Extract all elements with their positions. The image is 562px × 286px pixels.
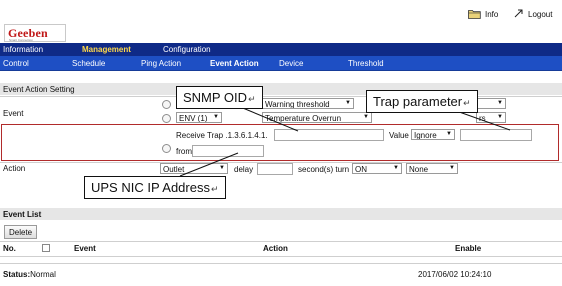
event-label: Event bbox=[3, 109, 24, 118]
dropdown-arrow-icon: ▼ bbox=[497, 114, 503, 120]
divider bbox=[0, 96, 562, 97]
divider bbox=[0, 256, 562, 257]
snmp-oid-callout-text: SNMP OID bbox=[183, 90, 248, 105]
submenu-control[interactable]: Control bbox=[3, 59, 29, 68]
action-label: Action bbox=[3, 164, 26, 173]
return-mark: ↵ bbox=[248, 94, 256, 104]
temperature-select[interactable]: Temperature Overrun ▼ bbox=[262, 112, 372, 123]
event-action-header: Event Action Setting bbox=[0, 83, 562, 95]
select-all-checkbox[interactable] bbox=[42, 244, 50, 252]
dropdown-arrow-icon: ▼ bbox=[449, 165, 455, 171]
threshold-select-value: Warning threshold bbox=[265, 100, 330, 109]
dropdown-arrow-icon: ▼ bbox=[213, 114, 219, 120]
return-mark: ↵ bbox=[463, 98, 471, 108]
event-list-header: Event List bbox=[0, 208, 562, 220]
submenu-schedule[interactable]: Schedule bbox=[72, 59, 105, 68]
logout-link[interactable]: Logout bbox=[514, 9, 552, 19]
logo: Geeben Smart Connection bbox=[4, 24, 66, 42]
primary-menu: Information Management Configuration bbox=[0, 43, 562, 56]
threshold-select[interactable]: Warning threshold ▼ bbox=[262, 98, 354, 109]
logout-label: Logout bbox=[528, 9, 553, 19]
folder-icon bbox=[468, 9, 481, 19]
seconds-turn-label: second(s) turn bbox=[298, 165, 350, 174]
status-value: Normal bbox=[30, 270, 56, 279]
dropdown-arrow-icon: ▼ bbox=[345, 100, 351, 106]
action-select[interactable]: Outlet ▼ bbox=[160, 163, 228, 174]
event-radio-2[interactable] bbox=[162, 114, 171, 123]
menu-information[interactable]: Information bbox=[3, 45, 43, 54]
info-link[interactable]: Info bbox=[468, 9, 498, 19]
none-select-value: None bbox=[409, 165, 429, 174]
row2-right-select-value: rs bbox=[479, 114, 486, 123]
secondary-menu: Control Schedule Ping Action Event Actio… bbox=[0, 56, 562, 71]
column-event: Event bbox=[74, 244, 96, 253]
submenu-ping-action[interactable]: Ping Action bbox=[141, 59, 181, 68]
status-timestamp: 2017/06/02 10:24:10 bbox=[418, 270, 492, 279]
divider bbox=[0, 263, 562, 264]
temperature-select-value: Temperature Overrun bbox=[265, 114, 342, 123]
top-bar: Geeben Smart Connection Info Logout bbox=[0, 0, 562, 42]
logo-tagline: Smart Connection bbox=[9, 38, 34, 42]
menu-configuration[interactable]: Configuration bbox=[163, 45, 211, 54]
submenu-threshold[interactable]: Threshold bbox=[348, 59, 384, 68]
row2-right-select[interactable]: rs ▼ bbox=[476, 112, 506, 123]
return-mark: ↵ bbox=[210, 184, 219, 194]
turn-select[interactable]: ON ▼ bbox=[352, 163, 402, 174]
none-select[interactable]: None ▼ bbox=[406, 163, 458, 174]
column-action: Action bbox=[263, 244, 288, 253]
dropdown-arrow-icon: ▼ bbox=[393, 165, 399, 171]
trap-parameter-callout: Trap parameter↵ bbox=[366, 90, 478, 113]
event-radio-1[interactable] bbox=[162, 100, 171, 109]
event-list-title: Event List bbox=[3, 210, 42, 219]
logout-arrow-icon bbox=[514, 9, 524, 19]
status-bar: Status:Normal bbox=[3, 270, 56, 279]
info-label: Info bbox=[485, 9, 499, 19]
menu-management[interactable]: Management bbox=[82, 45, 131, 54]
ups-nic-ip-callout-text: UPS NIC IP Address bbox=[91, 180, 210, 195]
dropdown-arrow-icon: ▼ bbox=[219, 165, 225, 171]
submenu-event-action[interactable]: Event Action bbox=[210, 59, 259, 68]
env-select[interactable]: ENV (1) ▼ bbox=[176, 112, 222, 123]
turn-select-value: ON bbox=[355, 165, 367, 174]
ups-nic-ip-callout: UPS NIC IP Address↵ bbox=[84, 176, 226, 199]
trap-parameter-callout-text: Trap parameter bbox=[373, 94, 463, 109]
divider bbox=[0, 241, 562, 242]
dropdown-arrow-icon: ▼ bbox=[497, 100, 503, 106]
event-action-title: Event Action Setting bbox=[3, 85, 75, 94]
snmp-oid-callout: SNMP OID↵ bbox=[176, 86, 263, 109]
env-select-value: ENV (1) bbox=[179, 114, 208, 123]
delay-input[interactable] bbox=[257, 163, 293, 175]
delay-label: delay bbox=[234, 165, 254, 174]
column-no: No. bbox=[3, 244, 16, 253]
status-label: Status: bbox=[3, 270, 31, 279]
action-select-value: Outlet bbox=[163, 165, 185, 174]
trap-highlight-box bbox=[1, 124, 559, 161]
submenu-device[interactable]: Device bbox=[279, 59, 303, 68]
dropdown-arrow-icon: ▼ bbox=[363, 114, 369, 120]
delete-button[interactable]: Delete bbox=[4, 225, 38, 239]
column-enable: Enable bbox=[455, 244, 482, 253]
row1-right-select[interactable]: ▼ bbox=[476, 98, 506, 109]
